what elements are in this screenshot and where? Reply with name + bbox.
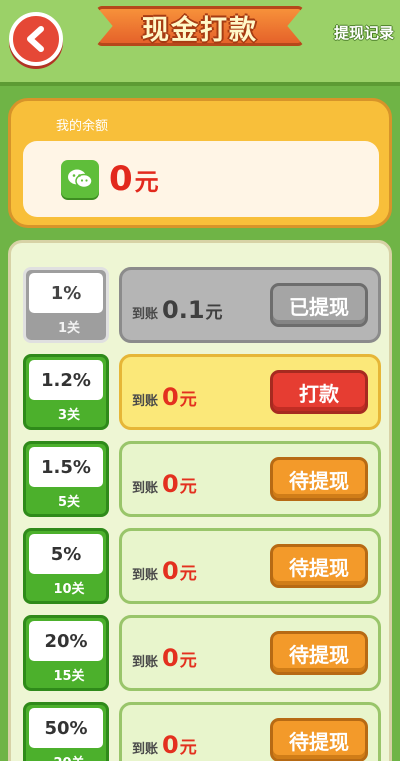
arrive-unit: 元 — [179, 390, 197, 410]
pending-withdraw-button[interactable]: 待提现 — [270, 457, 368, 501]
tier-badge: 1.2% 3关 — [23, 354, 109, 430]
arrive-unit: 元 — [179, 651, 197, 671]
back-arrow-icon — [27, 26, 44, 52]
tier-badge: 20% 15关 — [23, 615, 109, 691]
arrive-unit: 元 — [179, 738, 197, 758]
arrive-label: 到账 — [132, 481, 159, 496]
arrive-amount: 到账 0 元 — [132, 557, 197, 585]
tier-percent: 5% — [29, 534, 103, 574]
balance-amount: 0 元 — [109, 159, 159, 199]
arrive-label: 到账 — [132, 307, 159, 322]
arrive-value: 0 — [162, 383, 179, 411]
arrive-value: 0 — [162, 644, 179, 672]
arrive-label: 到账 — [132, 742, 159, 757]
arrive-label: 到账 — [132, 568, 159, 583]
title-banner: 现金打款 — [96, 0, 304, 52]
arrive-label: 到账 — [132, 394, 159, 409]
tier-level: 5关 — [57, 495, 81, 510]
arrive-amount: 到账 0 元 — [132, 731, 197, 759]
tier-level: 15关 — [53, 669, 85, 684]
withdrawn-button[interactable]: 已提现 — [270, 283, 368, 327]
withdraw-row: 到账 0 元 待提现 — [119, 615, 381, 691]
balance-unit: 元 — [134, 168, 159, 196]
withdraw-row: 到账 0 元 待提现 — [119, 702, 381, 761]
balance-value: 0 — [109, 159, 133, 199]
arrive-value: 0.1 — [162, 296, 205, 324]
tier-percent: 1.2% — [29, 360, 103, 400]
arrive-value: 0 — [162, 470, 179, 498]
wechat-icon — [61, 160, 99, 198]
back-button[interactable] — [9, 12, 63, 66]
tier-badge: 1% 1关 — [23, 267, 109, 343]
pending-withdraw-button[interactable]: 待提现 — [270, 544, 368, 588]
withdraw-row: 到账 0 元 待提现 — [119, 528, 381, 604]
arrive-amount: 到账 0.1 元 — [132, 296, 223, 324]
arrive-unit: 元 — [205, 303, 223, 323]
withdraw-list: 1% 1关 到账 0.1 元 已提现 1.2% 3关 到账 0 元 打款 1.5… — [8, 240, 392, 761]
page-title: 现金打款 — [142, 15, 258, 46]
tier-level: 20关 — [26, 752, 112, 761]
arrive-label: 到账 — [132, 655, 159, 670]
arrive-unit: 元 — [179, 477, 197, 497]
withdraw-row: 到账 0 元 待提现 — [119, 441, 381, 517]
top-bar: 现金打款 提现记录 — [0, 0, 400, 86]
arrive-value: 0 — [162, 557, 179, 585]
tier-percent: 1.5% — [29, 447, 103, 487]
tier-badge: 1.5% 5关 — [23, 441, 109, 517]
arrive-unit: 元 — [179, 564, 197, 584]
tier-level: 10关 — [53, 582, 85, 597]
arrive-amount: 到账 0 元 — [132, 644, 197, 672]
tier-percent: 1% — [29, 273, 103, 313]
tier-badge: 50% 20关 — [23, 702, 109, 761]
tier-percent: 20% — [29, 621, 103, 661]
pending-withdraw-button[interactable]: 待提现 — [270, 718, 368, 761]
tier-level: 3关 — [57, 408, 81, 423]
tier-badge: 5% 10关 — [23, 528, 109, 604]
arrive-value: 0 — [162, 731, 179, 759]
pending-withdraw-button[interactable]: 待提现 — [270, 631, 368, 675]
pay-button[interactable]: 打款 — [270, 370, 368, 414]
balance-panel: 0 元 — [23, 141, 379, 217]
arrive-amount: 到账 0 元 — [132, 383, 197, 411]
withdraw-row: 到账 0 元 打款 — [119, 354, 381, 430]
tier-percent: 50% — [29, 708, 103, 748]
balance-card: 我的余额 0 元 — [8, 98, 392, 228]
tier-level: 1关 — [57, 321, 81, 336]
withdraw-row: 到账 0.1 元 已提现 — [119, 267, 381, 343]
balance-label: 我的余额 — [56, 119, 109, 134]
withdraw-history-link[interactable]: 提现记录 — [334, 22, 394, 43]
arrive-amount: 到账 0 元 — [132, 470, 197, 498]
